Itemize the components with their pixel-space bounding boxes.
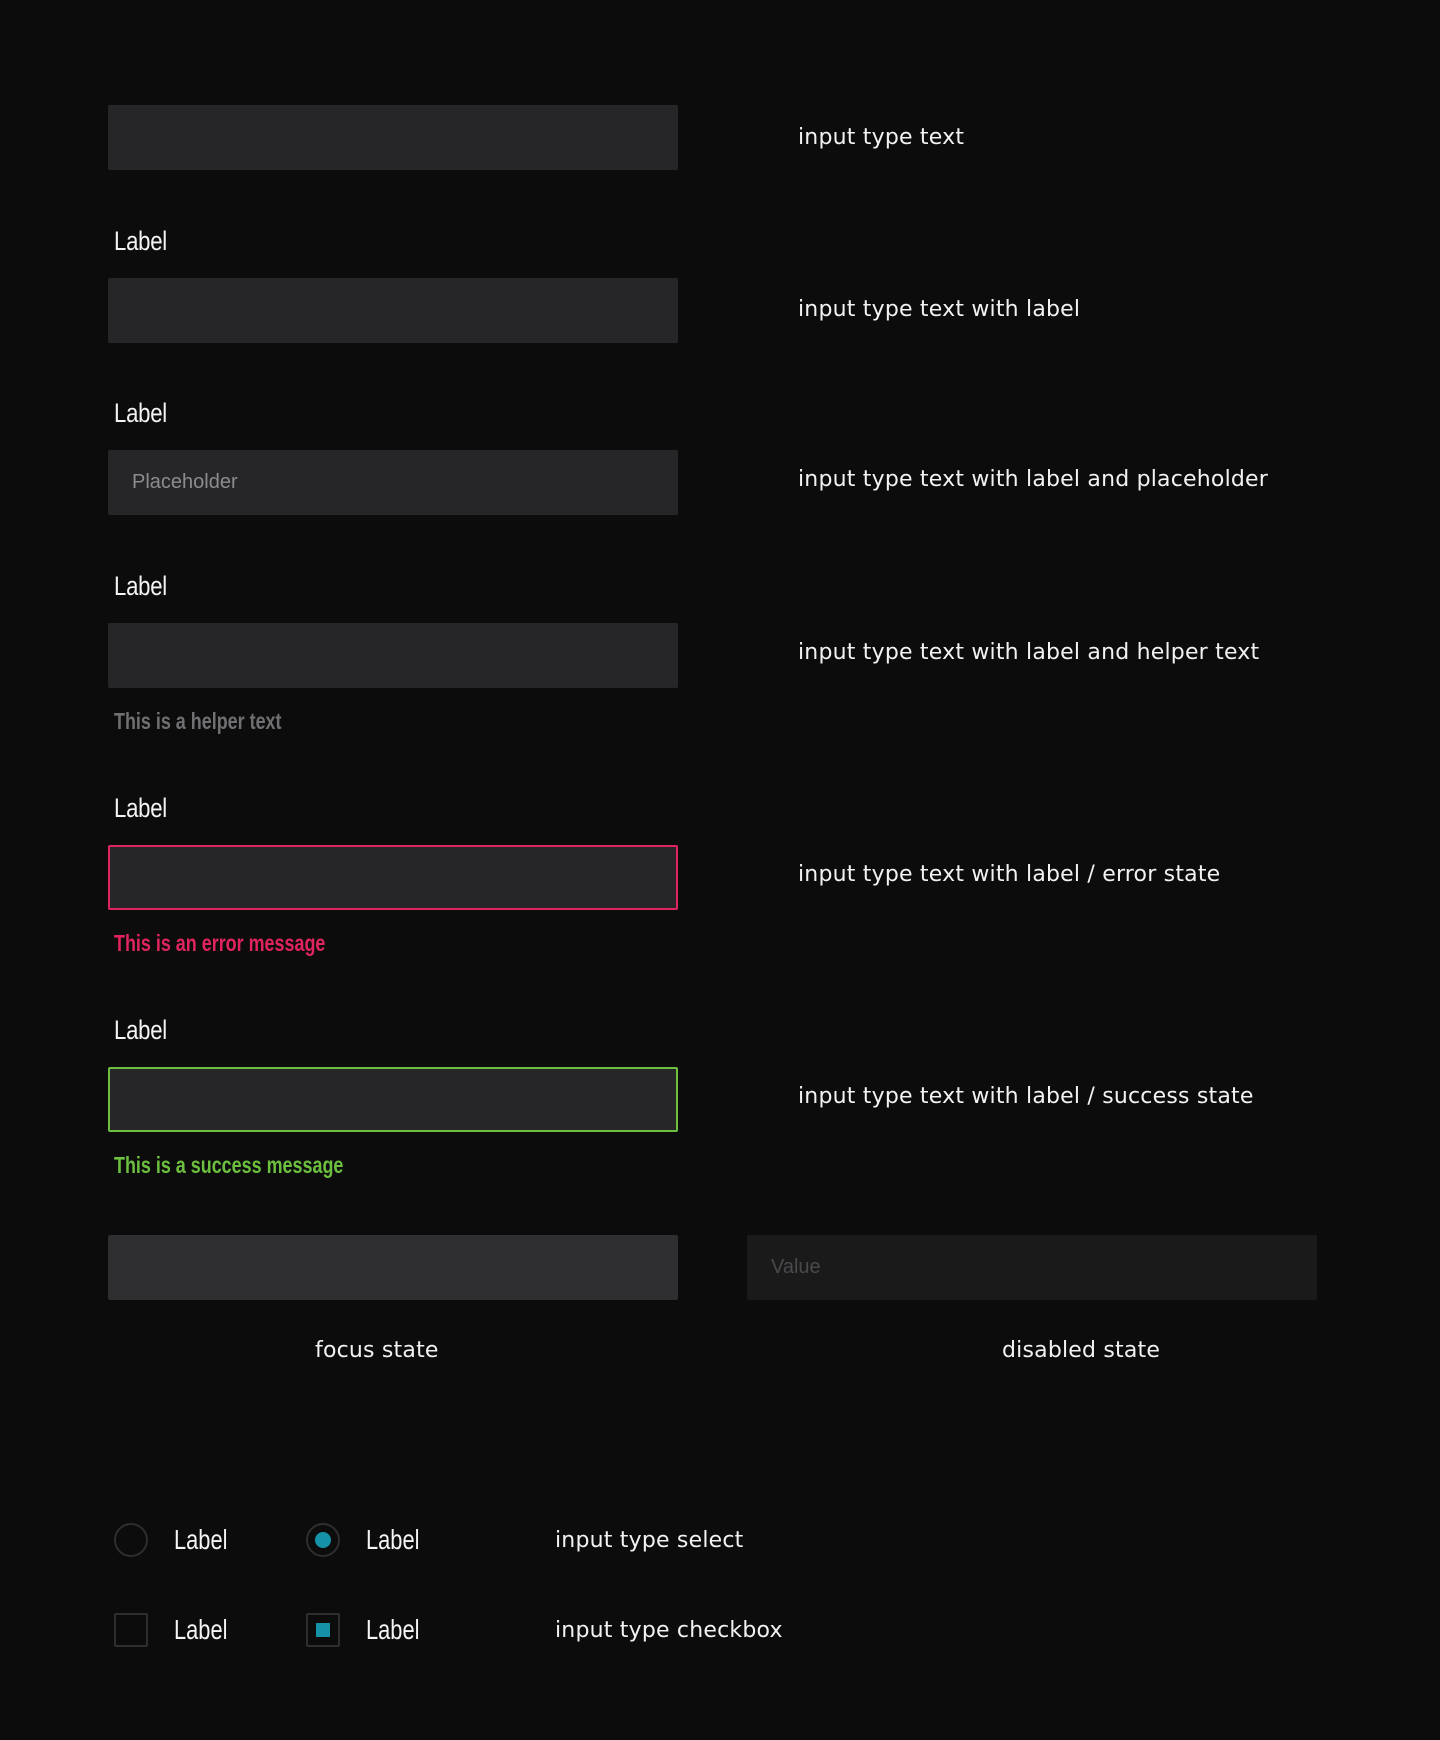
placeholder-input[interactable]: Placeholder: [108, 450, 678, 515]
error-input-description: input type text with label / error state: [798, 862, 1221, 887]
select-description: input type select: [555, 1528, 744, 1553]
error-input-label: Label: [114, 793, 167, 823]
helper-input[interactable]: [108, 623, 678, 688]
radio-option-label: Label: [174, 1524, 228, 1555]
error-message: This is an error message: [114, 930, 326, 956]
helper-input-description: input type text with label and helper te…: [798, 640, 1260, 665]
checkbox-unchecked[interactable]: [114, 1613, 148, 1647]
labeled-input-description: input type text with label: [798, 297, 1081, 322]
checkbox-option-label: Label: [174, 1614, 228, 1645]
success-input-description: input type text with label / success sta…: [798, 1084, 1254, 1109]
checkbox-option-label: Label: [366, 1614, 420, 1645]
success-input-label: Label: [114, 1015, 167, 1045]
checkbox-checked[interactable]: [306, 1613, 340, 1647]
checkbox-checked-fill: [316, 1623, 330, 1637]
success-input[interactable]: [108, 1067, 678, 1132]
placeholder-text: Placeholder: [132, 471, 238, 493]
helper-input-label: Label: [114, 571, 167, 601]
disabled-input: Value: [747, 1235, 1317, 1300]
radio-option-label: Label: [366, 1524, 420, 1555]
text-input[interactable]: [108, 105, 678, 170]
focus-input[interactable]: [108, 1235, 678, 1300]
helper-text: This is a helper text: [114, 708, 282, 734]
placeholder-input-label: Label: [114, 398, 167, 428]
disabled-state-caption: disabled state: [1002, 1338, 1161, 1363]
checkbox-description: input type checkbox: [555, 1618, 783, 1643]
focus-state-caption: focus state: [315, 1338, 439, 1363]
radio-checked-dot: [315, 1532, 331, 1548]
radio-checked[interactable]: [306, 1523, 340, 1557]
labeled-input[interactable]: [108, 278, 678, 343]
disabled-value: Value: [771, 1256, 821, 1278]
text-input-description: input type text: [798, 125, 965, 150]
labeled-input-label: Label: [114, 226, 167, 256]
success-message: This is a success message: [114, 1152, 344, 1178]
placeholder-input-description: input type text with label and placehold…: [798, 467, 1269, 492]
error-input[interactable]: [108, 845, 678, 910]
radio-unchecked[interactable]: [114, 1523, 148, 1557]
